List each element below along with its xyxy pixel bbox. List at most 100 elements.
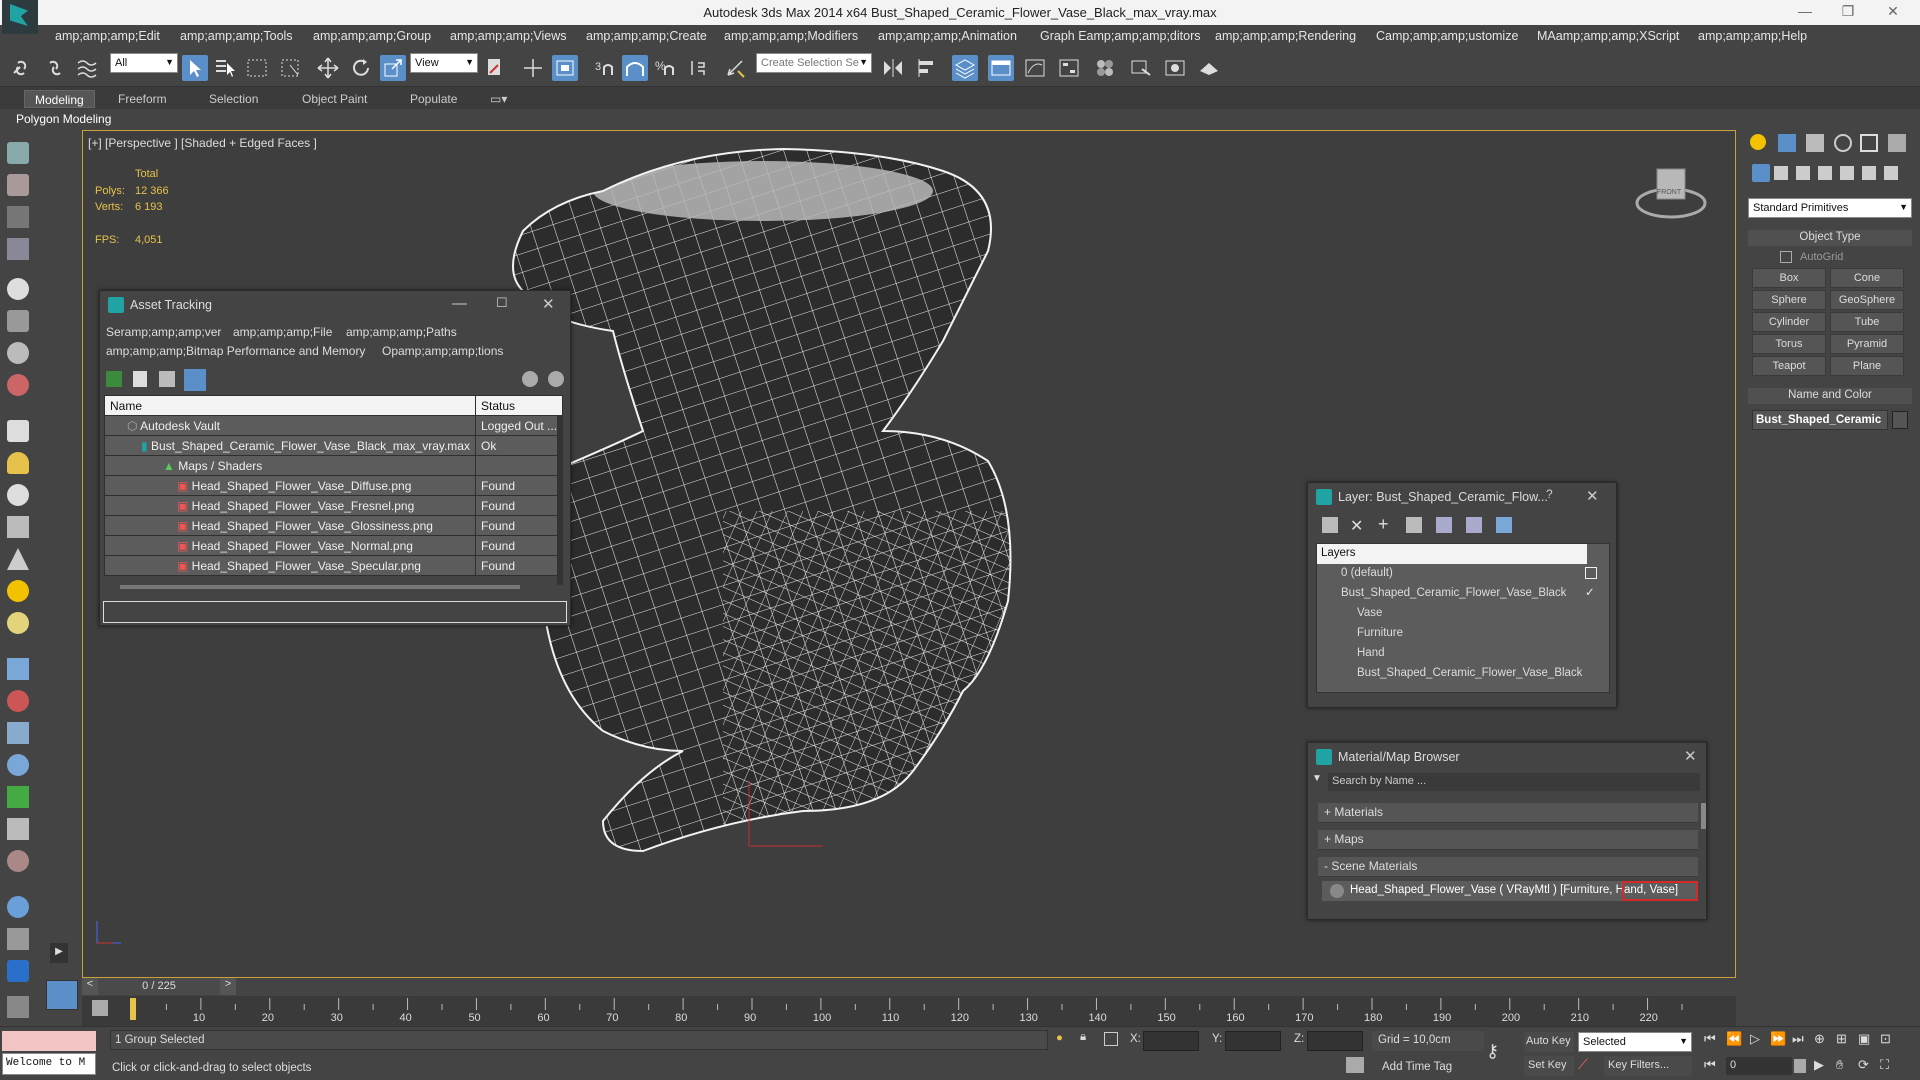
- polygon-modeling-panel[interactable]: Polygon Modeling: [16, 112, 111, 126]
- gear-icon[interactable]: [7, 754, 29, 776]
- bind-spacewarp-icon[interactable]: [74, 55, 100, 81]
- unlink-icon[interactable]: [42, 55, 68, 81]
- add-time-tag[interactable]: Add Time Tag: [1382, 1061, 1452, 1073]
- sphere-icon[interactable]: [7, 484, 29, 506]
- x-coordinate-field[interactable]: [1143, 1031, 1199, 1051]
- key-mode-toggle-icon[interactable]: ⏮: [1704, 1057, 1716, 1073]
- set-key-button[interactable]: Set Key: [1524, 1056, 1574, 1076]
- key-mode-dropdown[interactable]: Selected ▼: [1578, 1032, 1692, 1052]
- selection-lock-pin-icon[interactable]: ●: [1056, 1032, 1063, 1044]
- frame-indicator[interactable]: 0 / 225: [98, 978, 220, 995]
- table-row[interactable]: ▮ Bust_Shaped_Ceramic_Flower_Vase_Black_…: [104, 435, 564, 456]
- list-view-icon[interactable]: [133, 371, 147, 387]
- z-coordinate-field[interactable]: [1307, 1031, 1363, 1051]
- table-view-icon[interactable]: [159, 371, 175, 387]
- scene-material-item[interactable]: Head_Shaped_Flower_Vase ( VRayMtl ) [Fur…: [1322, 881, 1698, 901]
- vray-icon[interactable]: [7, 960, 29, 982]
- object-type-rollout[interactable]: Object Type: [1748, 230, 1912, 246]
- grid-view-icon[interactable]: [184, 369, 206, 391]
- ribbon-options-icon[interactable]: ▭▾: [480, 90, 517, 108]
- context-help-icon[interactable]: [548, 371, 564, 387]
- app-logo-button[interactable]: [2, 0, 38, 34]
- tab-populate[interactable]: Populate: [400, 90, 467, 108]
- mini-curve-editor-icon[interactable]: [92, 1000, 108, 1016]
- create-tab-icon[interactable]: [1750, 134, 1766, 150]
- cameras-icon[interactable]: [1818, 166, 1832, 180]
- absolute-mode-icon[interactable]: [1104, 1032, 1118, 1046]
- menu-paths[interactable]: amp;amp;amp;Paths: [346, 325, 457, 339]
- cone-icon[interactable]: [7, 548, 29, 570]
- table-row[interactable]: ▲ Maps / Shaders: [104, 455, 564, 476]
- maximize-button[interactable]: ☐: [496, 295, 508, 311]
- menu-edit[interactable]: amp;amp;amp;Edit: [55, 29, 160, 43]
- time-tag-icon[interactable]: [1346, 1057, 1364, 1073]
- teapot-icon[interactable]: [7, 142, 29, 164]
- systems-icon[interactable]: [1884, 166, 1898, 180]
- mirror-icon[interactable]: [880, 55, 906, 81]
- layer-object-row[interactable]: Bust_Shaped_Ceramic_Flower_Vase_Black: [1317, 664, 1609, 684]
- zoom-icon[interactable]: ⊕: [1814, 1031, 1825, 1047]
- asset-tracking-titlebar[interactable]: Asset Tracking — ☐ ✕: [100, 291, 570, 319]
- add-to-layer-icon[interactable]: +: [1378, 514, 1389, 535]
- cylinder-button[interactable]: Cylinder: [1752, 312, 1826, 332]
- menu-bitmap-performance[interactable]: amp;amp;amp;Bitmap Performance and Memor…: [106, 344, 365, 358]
- utility-icon[interactable]: [7, 996, 29, 1018]
- hair-icon[interactable]: [7, 818, 29, 840]
- render-production-icon[interactable]: [1196, 55, 1222, 81]
- gold-sphere-icon[interactable]: [7, 612, 29, 634]
- edit-named-selection-icon[interactable]: [722, 55, 748, 81]
- dynamics-icon[interactable]: [7, 850, 29, 872]
- render-setup-icon[interactable]: [1128, 55, 1154, 81]
- torus-button[interactable]: Torus: [1752, 334, 1826, 354]
- menu-customize[interactable]: Camp;amp;amp;ustomize: [1376, 29, 1518, 43]
- maximize-button[interactable]: ❐: [1833, 3, 1863, 21]
- dome-icon[interactable]: [7, 452, 29, 474]
- column-name[interactable]: Name: [104, 395, 476, 416]
- minimize-button[interactable]: —: [452, 295, 467, 312]
- menu-group[interactable]: amp;amp;amp;Group: [313, 29, 431, 43]
- lights-icon[interactable]: [1796, 166, 1810, 180]
- layer-object-row[interactable]: Hand: [1317, 644, 1609, 664]
- utilities-tab-icon[interactable]: [1888, 134, 1906, 152]
- named-selection-input[interactable]: Create Selection Se ▼: [756, 53, 872, 73]
- table-row[interactable]: ▣ Head_Shaped_Flower_Vase_Specular.png F…: [104, 555, 564, 576]
- time-marker[interactable]: [130, 998, 136, 1020]
- select-manipulate-icon[interactable]: [520, 55, 546, 81]
- menu-graph-editors[interactable]: Graph Eamp;amp;amp;ditors: [1040, 29, 1201, 43]
- current-frame-field[interactable]: 0: [1726, 1057, 1792, 1075]
- spinner-snap-icon[interactable]: [684, 55, 710, 81]
- freeze-layers-icon[interactable]: [1496, 517, 1512, 533]
- modify-tab-icon[interactable]: [1778, 134, 1796, 152]
- y-coordinate-field[interactable]: [1225, 1031, 1281, 1051]
- camera-icon[interactable]: [7, 310, 29, 332]
- rectangular-selection-icon[interactable]: [244, 55, 270, 81]
- snaps-toggle-icon[interactable]: 3: [592, 55, 618, 81]
- vertical-scrollbar[interactable]: [1701, 803, 1706, 829]
- next-frame-icon[interactable]: ⏩: [1770, 1031, 1786, 1047]
- scripts-icon[interactable]: [7, 928, 29, 950]
- tube-button[interactable]: Tube: [1830, 312, 1904, 332]
- scene-materials-section[interactable]: - Scene Materials: [1318, 857, 1698, 877]
- layer-row-bust[interactable]: Bust_Shaped_Ceramic_Flower_Vase_Black ✓: [1317, 584, 1609, 604]
- time-slider-next[interactable]: >: [220, 978, 236, 995]
- layer-manager-icon[interactable]: [952, 55, 978, 81]
- biped-icon[interactable]: [7, 722, 29, 744]
- menu-maxscript[interactable]: MAamp;amp;amp;XScript: [1537, 29, 1679, 43]
- material-search-input[interactable]: Search by Name ...: [1328, 773, 1700, 791]
- orbit-icon[interactable]: ⟳: [1858, 1057, 1869, 1073]
- helpers-icon[interactable]: [1840, 166, 1854, 180]
- refresh-icon[interactable]: [106, 371, 122, 387]
- menu-rendering[interactable]: amp;amp;amp;Rendering: [1215, 29, 1356, 43]
- spacewarps-icon[interactable]: [1862, 166, 1876, 180]
- close-button[interactable]: ✕: [1878, 3, 1908, 21]
- close-button[interactable]: ✕: [1684, 747, 1697, 765]
- tab-object-paint[interactable]: Object Paint: [292, 90, 377, 108]
- layer-object-row[interactable]: Furniture: [1317, 624, 1609, 644]
- path-field[interactable]: [103, 601, 567, 623]
- auto-key-button[interactable]: Auto Key: [1524, 1032, 1574, 1052]
- viewport-label[interactable]: [+] [Perspective ] [Shaded + Edged Faces…: [88, 136, 317, 150]
- menu-options[interactable]: Opamp;amp;amp;tions: [382, 344, 503, 358]
- hierarchy-tab-icon[interactable]: [1806, 134, 1824, 152]
- maxscript-listener[interactable]: [2, 1031, 96, 1051]
- geometry-icon[interactable]: [1752, 164, 1770, 182]
